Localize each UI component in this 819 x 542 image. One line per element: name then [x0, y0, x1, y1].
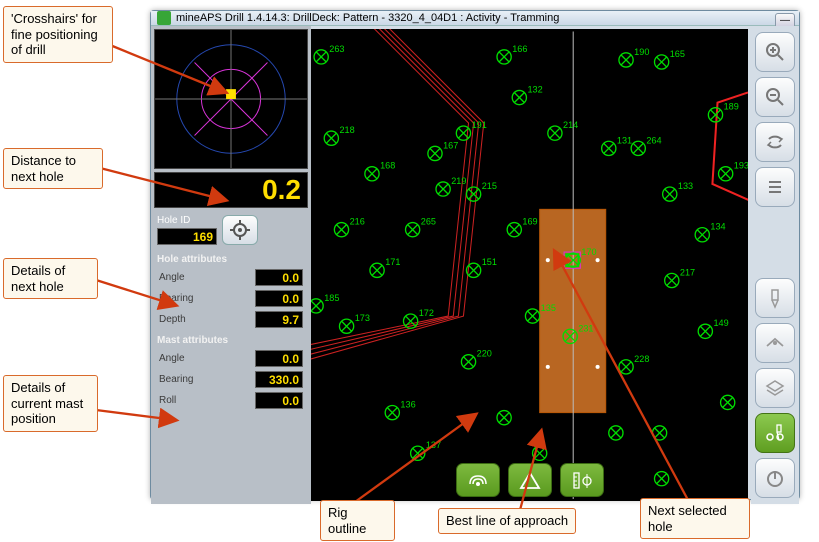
zoom-out-icon	[764, 86, 786, 108]
hole-angle-label: Angle	[159, 272, 185, 283]
hole-bearing-value: 0.0	[255, 290, 303, 307]
svg-text:191: 191	[472, 120, 487, 130]
mast-attrs-header: Mast attributes	[151, 330, 311, 348]
svg-text:136: 136	[400, 400, 415, 410]
svg-text:173: 173	[355, 313, 370, 323]
svg-text:190: 190	[634, 47, 649, 57]
svg-text:133: 133	[678, 181, 693, 191]
app-window: mineAPS Drill 1.4.14.3: DrillDeck: Patte…	[150, 10, 800, 500]
distance-value: 0.2	[262, 174, 301, 206]
callout-mast: Details of current mast position	[3, 375, 98, 432]
svg-text:132: 132	[527, 84, 542, 94]
svg-text:220: 220	[477, 349, 492, 359]
mast-angle-label: Angle	[159, 353, 185, 364]
zoom-in-button[interactable]	[755, 32, 795, 72]
callout-nextsel: Next selected hole	[640, 498, 750, 539]
drill-map[interactable]: 263 166 190 165 132 189 191 214 218 167 131 264 193 1…	[311, 29, 748, 501]
svg-text:215: 215	[482, 181, 497, 191]
level-button[interactable]	[755, 323, 795, 363]
mast-roll-label: Roll	[159, 395, 176, 406]
hole-depth-value: 9.7	[255, 311, 303, 328]
svg-text:166: 166	[512, 44, 527, 54]
active-mode-button[interactable]	[755, 413, 795, 453]
svg-text:189: 189	[724, 102, 739, 112]
rotate-button[interactable]	[755, 122, 795, 162]
zoom-out-button[interactable]	[755, 77, 795, 117]
svg-text:131: 131	[617, 135, 632, 145]
mast-roll-value: 0.0	[255, 392, 303, 409]
svg-text:135: 135	[541, 303, 556, 313]
power-button[interactable]	[755, 458, 795, 498]
hole-angle-value: 0.0	[255, 269, 303, 286]
window-title: mineAPS Drill 1.4.14.3: DrillDeck: Patte…	[176, 12, 559, 24]
layers-icon	[764, 377, 786, 399]
callout-bestline: Best line of approach	[438, 508, 576, 534]
crosshair-display	[154, 29, 308, 169]
measure-icon	[570, 470, 594, 490]
svg-text:193: 193	[734, 161, 748, 171]
measure-button[interactable]	[560, 463, 604, 497]
left-panel: 0.2 Hole ID 169 Hole attributes Angle 0.0…	[151, 26, 311, 504]
svg-text:185: 185	[324, 293, 339, 303]
right-toolbar	[751, 26, 799, 504]
distance-display: 0.2	[154, 172, 308, 208]
broadcast-button[interactable]	[456, 463, 500, 497]
broadcast-icon	[466, 470, 490, 490]
svg-text:169: 169	[522, 217, 537, 227]
zoom-in-icon	[764, 41, 786, 63]
svg-text:137: 137	[426, 440, 441, 450]
drill-button[interactable]	[755, 278, 795, 318]
svg-text:170: 170	[581, 247, 596, 257]
svg-text:265: 265	[421, 217, 436, 227]
mast-bearing-value: 330.0	[255, 371, 303, 388]
svg-text:228: 228	[634, 354, 649, 364]
app-icon	[157, 11, 171, 25]
drill-active-icon	[763, 422, 787, 444]
svg-text:134: 134	[710, 222, 725, 232]
svg-text:168: 168	[380, 161, 395, 171]
mast-angle-value: 0.0	[255, 350, 303, 367]
svg-text:171: 171	[385, 257, 400, 267]
list-button[interactable]	[755, 167, 795, 207]
callout-nexthole: Details of next hole	[3, 258, 98, 299]
hole-id-value: 169	[157, 228, 217, 245]
svg-text:216: 216	[350, 217, 365, 227]
svg-text:264: 264	[646, 135, 661, 145]
svg-text:218: 218	[339, 125, 354, 135]
level-icon	[764, 332, 786, 354]
svg-text:165: 165	[670, 49, 685, 59]
titlebar: mineAPS Drill 1.4.14.3: DrillDeck: Patte…	[151, 11, 799, 26]
locate-button[interactable]	[222, 215, 258, 245]
map-svg: 263 166 190 165 132 189 191 214 218 167 131 264 193 1…	[311, 29, 748, 501]
svg-text:149: 149	[713, 318, 728, 328]
callout-distance: Distance to next hole	[3, 148, 103, 189]
callout-rig: Rig outline	[320, 500, 395, 541]
callout-crosshair: 'Crosshairs' for fine positioning of dri…	[3, 6, 113, 63]
warning-icon	[518, 470, 542, 490]
svg-text:231: 231	[578, 323, 593, 333]
hole-depth-label: Depth	[159, 314, 186, 325]
hole-attrs-header: Hole attributes	[151, 249, 311, 267]
svg-text:219: 219	[451, 176, 466, 186]
power-icon	[765, 468, 785, 488]
svg-text:151: 151	[482, 257, 497, 267]
warning-button[interactable]	[508, 463, 552, 497]
svg-text:214: 214	[563, 120, 578, 130]
svg-text:217: 217	[680, 267, 695, 277]
svg-text:172: 172	[419, 308, 434, 318]
mast-bearing-label: Bearing	[159, 374, 193, 385]
hole-bearing-label: Bearing	[159, 293, 193, 304]
svg-text:167: 167	[443, 140, 458, 150]
drill-icon	[764, 287, 786, 309]
hole-id-label: Hole ID	[157, 215, 217, 226]
layers-button[interactable]	[755, 368, 795, 408]
svg-text:263: 263	[329, 44, 344, 54]
list-icon	[765, 177, 785, 197]
rotate-icon	[764, 131, 786, 153]
target-icon	[230, 220, 250, 240]
